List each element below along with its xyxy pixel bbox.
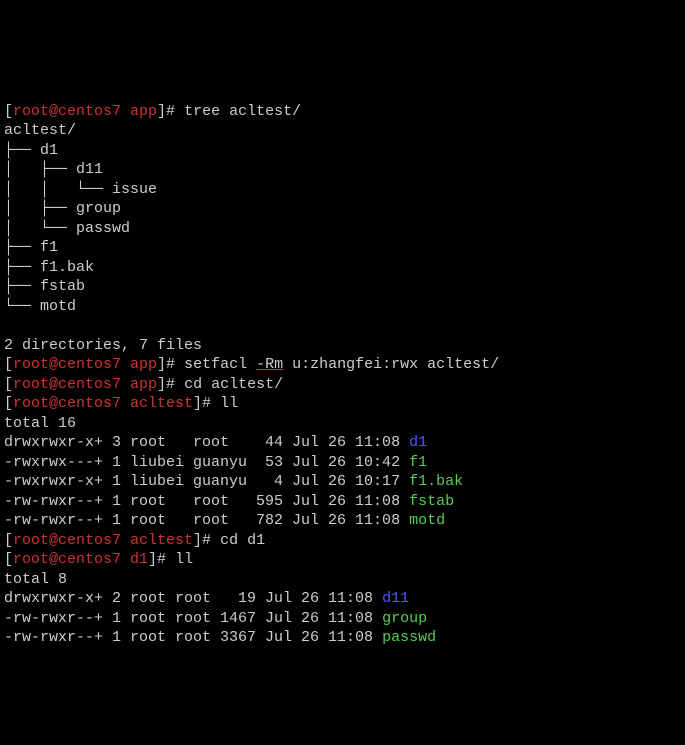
prompt-line[interactable]: [root@centos7 acltest]# ll: [4, 395, 238, 412]
prompt-line[interactable]: [root@centos7 app]# tree acltest/: [4, 103, 301, 120]
ll-total: total 16: [4, 415, 76, 432]
tree-output: ├── f1.bak: [4, 259, 94, 276]
command-ll: ll: [220, 395, 238, 412]
ll-row: -rw-rwxr--+ 1 root root 3367 Jul 26 11:0…: [4, 629, 436, 646]
tree-summary: 2 directories, 7 files: [4, 337, 202, 354]
tree-output: acltest/: [4, 122, 76, 139]
tree-output: ├── fstab: [4, 278, 85, 295]
tree-output: ├── d1: [4, 142, 58, 159]
tree-output: └── motd: [4, 298, 76, 315]
command-cd: cd d1: [220, 532, 265, 549]
ll-row: -rwxrwxr-x+ 1 liubei guanyu 4 Jul 26 10:…: [4, 473, 463, 490]
prompt-line[interactable]: [root@centos7 app]# setfacl -Rm u:zhangf…: [4, 356, 499, 373]
file-name: f1.bak: [409, 473, 463, 490]
command-ll: ll: [175, 551, 193, 568]
command-setfacl: setfacl -Rm u:zhangfei:rwx acltest/: [184, 356, 499, 373]
file-name: fstab: [409, 493, 454, 510]
command-tree: tree acltest/: [184, 103, 301, 120]
ll-row: drwxrwxr-x+ 2 root root 19 Jul 26 11:08 …: [4, 590, 409, 607]
tree-output: ├── f1: [4, 239, 58, 256]
tree-output: │ │ └── issue: [4, 181, 157, 198]
dir-name: d11: [382, 590, 409, 607]
ll-row: -rw-rwxr--+ 1 root root 595 Jul 26 11:08…: [4, 493, 454, 510]
file-name: passwd: [382, 629, 436, 646]
tree-output: │ └── passwd: [4, 220, 130, 237]
ll-row: -rw-rwxr--+ 1 root root 1467 Jul 26 11:0…: [4, 610, 427, 627]
ll-total: total 8: [4, 571, 67, 588]
tree-output: │ ├── group: [4, 200, 121, 217]
prompt-line[interactable]: [root@centos7 d1]# ll: [4, 551, 193, 568]
file-name: group: [382, 610, 427, 627]
ll-row: drwxrwxr-x+ 3 root root 44 Jul 26 11:08 …: [4, 434, 427, 451]
prompt-line[interactable]: [root@centos7 acltest]# cd d1: [4, 532, 265, 549]
dir-name: d1: [409, 434, 427, 451]
tree-output: │ ├── d11: [4, 161, 103, 178]
ll-row: -rw-rwxr--+ 1 root root 782 Jul 26 11:08…: [4, 512, 445, 529]
prompt-line[interactable]: [root@centos7 app]# cd acltest/: [4, 376, 283, 393]
file-name: motd: [409, 512, 445, 529]
terminal-output: [root@centos7 app]# tree acltest/ acltes…: [4, 82, 681, 648]
command-cd: cd acltest/: [184, 376, 283, 393]
ll-row: -rwxrwx---+ 1 liubei guanyu 53 Jul 26 10…: [4, 454, 427, 471]
file-name: f1: [409, 454, 427, 471]
